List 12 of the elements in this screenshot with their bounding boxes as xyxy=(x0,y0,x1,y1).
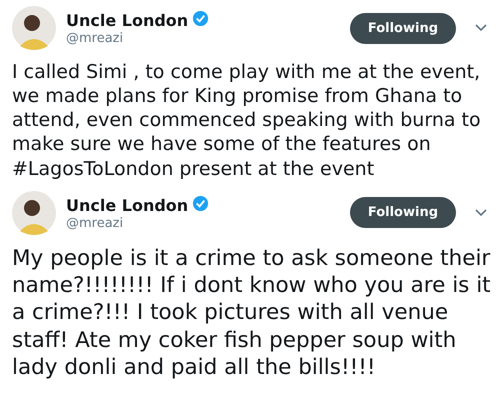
avatar[interactable] xyxy=(12,190,56,235)
tweet-text: I called Simi , to come play with me at the event, we made plans for King promise from Ghana to attend, even commenced speaking with burna to make sure we have some of the features on #LagosToLondon present at the event xyxy=(12,60,482,181)
avatar[interactable] xyxy=(12,6,56,50)
following-button[interactable]: Following xyxy=(350,12,456,44)
author-name[interactable]: Uncle London xyxy=(66,196,188,215)
chevron-down-icon[interactable] xyxy=(474,23,488,33)
author-name[interactable]: Uncle London xyxy=(66,11,188,30)
following-button[interactable]: Following xyxy=(350,197,456,228)
chevron-down-icon[interactable] xyxy=(474,208,488,218)
tweet-text: My people is it a crime to ask someone their name?!!!!!!!! If i dont know who you are is it a crime?!!! I took pictures with all venue staff! Ate my coker fish pepper soup with lady donli and paid all the bills!!!! xyxy=(12,244,492,382)
author-handle[interactable]: @mreazi xyxy=(66,31,340,46)
author-handle[interactable]: @mreazi xyxy=(66,216,340,231)
